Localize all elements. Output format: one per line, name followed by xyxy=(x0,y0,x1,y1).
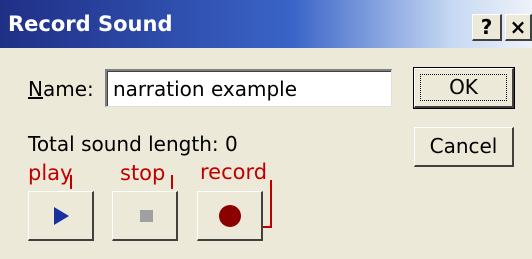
record-annotation: record xyxy=(200,160,268,184)
stop-icon xyxy=(140,210,153,222)
record-annotation-bracket xyxy=(270,180,272,228)
record-icon xyxy=(219,205,241,227)
close-icon: × xyxy=(509,15,527,39)
ok-button[interactable]: OK xyxy=(413,67,515,109)
record-annotation-bracket-foot xyxy=(262,226,272,228)
record-button[interactable] xyxy=(197,191,263,241)
title-bar[interactable]: Record Sound ? × xyxy=(0,0,532,48)
help-icon: ? xyxy=(480,15,493,39)
name-input[interactable] xyxy=(105,69,392,107)
close-button[interactable]: × xyxy=(505,14,532,41)
cancel-button[interactable]: Cancel xyxy=(414,127,514,167)
name-label-rest: ame: xyxy=(42,77,94,101)
play-annotation-tick xyxy=(70,175,72,189)
play-annotation: play xyxy=(28,161,73,185)
ok-button-label: OK xyxy=(449,75,478,99)
stop-annotation-tick xyxy=(171,175,173,189)
cancel-button-label: Cancel xyxy=(429,134,498,158)
play-button[interactable] xyxy=(28,191,94,241)
total-sound-length-label: Total sound length: 0 xyxy=(28,132,238,156)
help-button[interactable]: ? xyxy=(472,14,502,41)
name-label-mnemonic: N xyxy=(28,77,43,101)
stop-annotation: stop xyxy=(120,161,166,185)
name-label: Name: xyxy=(28,77,94,101)
play-icon xyxy=(54,207,69,225)
window-title: Record Sound xyxy=(8,12,173,36)
stop-button[interactable] xyxy=(112,191,178,241)
